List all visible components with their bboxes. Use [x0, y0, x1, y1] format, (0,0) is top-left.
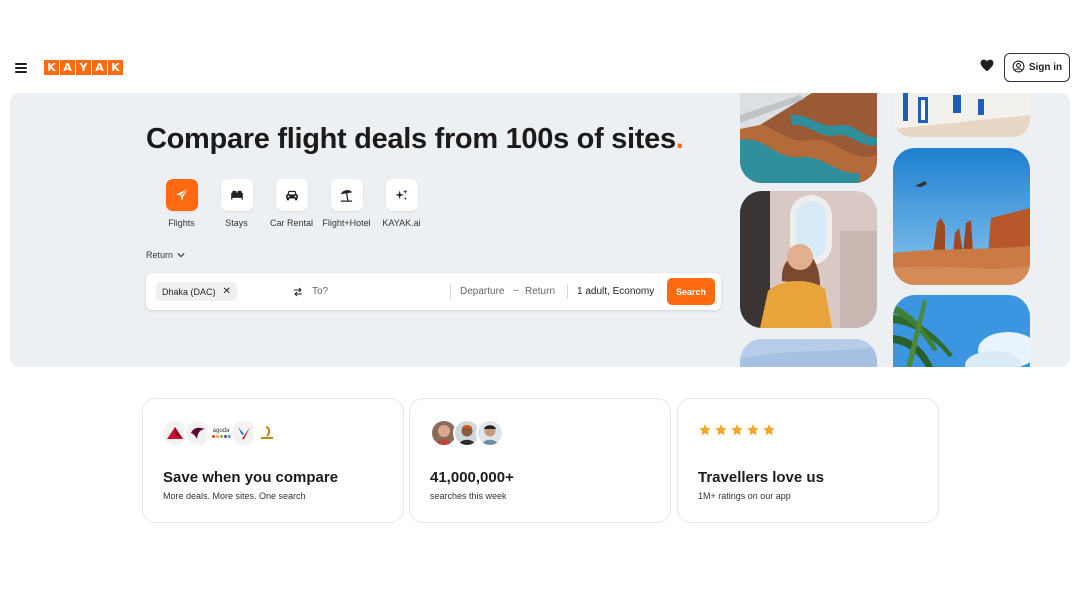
beach-umbrella-icon — [330, 179, 363, 211]
plane-icon — [165, 179, 198, 211]
logo-letter: A — [92, 60, 107, 75]
white-houses-photo — [893, 93, 1030, 137]
user-icon — [1012, 60, 1025, 76]
tab-label: Flights — [168, 218, 195, 228]
five-star-rating — [698, 423, 776, 437]
hero-section: Compare flight deals from 100s of sites.… — [10, 93, 1070, 367]
date-dash: – — [513, 285, 519, 296]
search-button[interactable]: Search — [667, 278, 715, 305]
tab-label: KAYAK.ai — [382, 218, 421, 228]
star-icon — [731, 424, 743, 436]
travellers-cabin-selector[interactable]: 1 adult, Economy — [577, 286, 654, 297]
sign-in-label: Sign in — [1028, 62, 1063, 73]
ratings-card: Travellers love us 1M+ ratings on our ap… — [677, 398, 939, 523]
origin-label: Dhaka (DAC) — [162, 286, 216, 297]
star-icon — [699, 424, 711, 436]
etihad-logo-icon — [253, 419, 281, 447]
page-title: Compare flight deals from 100s of sites. — [146, 123, 684, 156]
card-subtitle: More deals. More sites. One search — [163, 491, 306, 501]
sky-photo — [740, 339, 877, 367]
menu-icon[interactable] — [15, 63, 27, 73]
destination-input[interactable] — [312, 282, 442, 301]
title-dot: . — [675, 123, 684, 155]
card-title: Travellers love us — [698, 469, 824, 486]
star-icon — [747, 424, 759, 436]
agoda-wordmark: agoda — [212, 428, 230, 434]
heart-icon[interactable] — [980, 59, 996, 75]
desert-rocks-photo — [893, 148, 1030, 285]
logo-letter: Y — [76, 60, 91, 75]
origin-chip[interactable]: Dhaka (DAC) ✕ — [156, 282, 237, 301]
logo-letter: A — [60, 60, 75, 75]
divider — [450, 284, 451, 299]
card-subtitle: 1M+ ratings on our app — [698, 491, 791, 501]
flight-search-form: Dhaka (DAC) ✕ Departure – Return 1 adult… — [146, 273, 721, 310]
logo-letter: K — [44, 60, 59, 75]
palm-tree-photo — [893, 295, 1030, 367]
card-subtitle: searches this week — [430, 491, 507, 501]
top-header: K A Y A K Sign in — [0, 40, 1080, 92]
aerial-canyon-photo — [740, 93, 877, 183]
close-icon[interactable]: ✕ — [223, 286, 231, 297]
bed-icon — [220, 179, 253, 211]
agoda-dots — [211, 435, 231, 438]
airline-logos: agoda — [161, 419, 281, 447]
searches-card: 41,000,000+ searches this week — [409, 398, 671, 523]
title-text: Compare flight deals from 100s of sites — [146, 123, 676, 155]
airplane-window-child-photo — [740, 191, 877, 328]
return-date-field[interactable]: Return — [525, 286, 555, 297]
sign-in-button[interactable]: Sign in — [1004, 53, 1070, 82]
logo-letter: K — [108, 60, 123, 75]
tab-flights[interactable]: Flights — [154, 179, 209, 228]
tab-label: Stays — [225, 218, 248, 228]
sparkle-icon — [385, 179, 418, 211]
trip-type-label: Return — [146, 250, 174, 260]
vertical-tabs: Flights Stays Car Rental Flight+Hotel KA… — [154, 179, 429, 228]
kayak-logo[interactable]: K A Y A K — [44, 60, 123, 75]
tab-flight-hotel[interactable]: Flight+Hotel — [319, 179, 374, 228]
trip-type-dropdown[interactable]: Return — [146, 250, 185, 260]
card-title: 41,000,000+ — [430, 469, 514, 486]
tab-label: Flight+Hotel — [322, 218, 371, 228]
user-avatars — [430, 419, 504, 447]
divider — [567, 284, 568, 299]
tab-label: Car Rental — [269, 218, 314, 228]
star-icon — [763, 424, 775, 436]
compare-card: agoda Save when you compare More deals. … — [142, 398, 404, 523]
tab-car-rental[interactable]: Car Rental — [264, 179, 319, 228]
star-icon — [715, 424, 727, 436]
avatar — [476, 419, 504, 447]
tab-stays[interactable]: Stays — [209, 179, 264, 228]
departure-date-field[interactable]: Departure — [460, 286, 504, 297]
swap-icon[interactable] — [292, 285, 304, 303]
tab-kayak-ai[interactable]: KAYAK.ai — [374, 179, 429, 228]
car-icon — [275, 179, 308, 211]
chevron-down-icon — [177, 250, 185, 260]
card-title: Save when you compare — [163, 469, 339, 486]
